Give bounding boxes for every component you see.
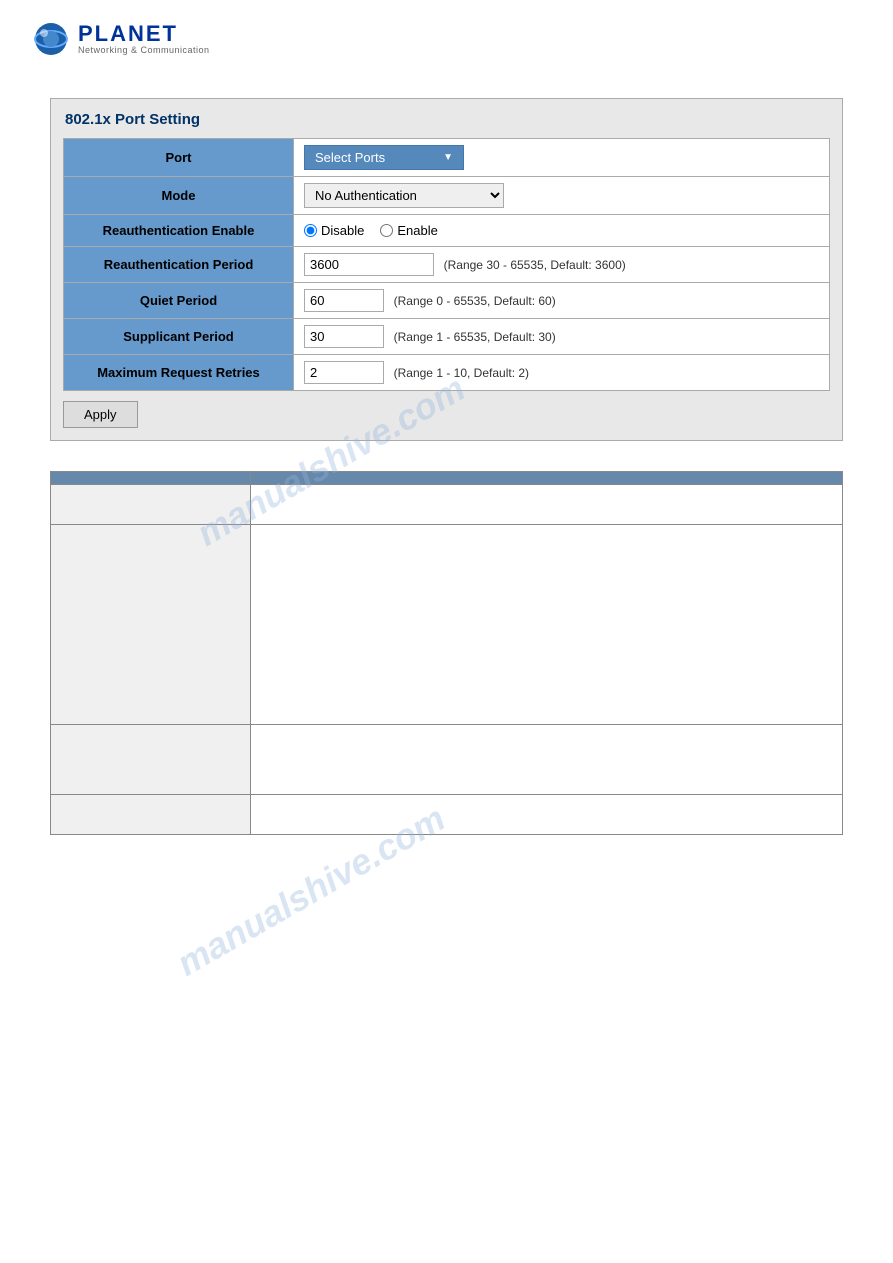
quiet-period-hint: (Range 0 - 65535, Default: 60) — [394, 294, 556, 308]
reauth-radio-group: Disable Enable — [304, 223, 819, 238]
quiet-period-row: Quiet Period (Range 0 - 65535, Default: … — [64, 283, 830, 319]
reauth-period-value-cell: (Range 30 - 65535, Default: 3600) — [294, 247, 830, 283]
port-label: Port — [64, 139, 294, 177]
max-retries-value-cell: (Range 1 - 10, Default: 2) — [294, 355, 830, 391]
main-content: 802.1x Port Setting Port Select Ports ▼ … — [0, 78, 893, 855]
logo-area: PLANET Networking & Communication — [30, 18, 863, 60]
mode-select[interactable]: No Authentication 802.1x — [304, 183, 504, 208]
reauth-enable-radio-label[interactable]: Enable — [380, 223, 437, 238]
max-retries-hint: (Range 1 - 10, Default: 2) — [394, 366, 529, 380]
select-ports-text: Select Ports — [315, 150, 385, 165]
quiet-period-value-cell: (Range 0 - 65535, Default: 60) — [294, 283, 830, 319]
max-retries-row: Maximum Request Retries (Range 1 - 10, D… — [64, 355, 830, 391]
chevron-down-icon: ▼ — [443, 152, 453, 163]
reauth-period-row: Reauthentication Period (Range 30 - 6553… — [64, 247, 830, 283]
bottom-table-header-row — [51, 472, 843, 485]
reauth-enable-text: Enable — [397, 223, 437, 238]
bottom-table-row-2 — [51, 525, 843, 725]
select-ports-button[interactable]: Select Ports ▼ — [304, 145, 464, 170]
bottom-table-row2-col2 — [251, 525, 843, 725]
reauth-period-label: Reauthentication Period — [64, 247, 294, 283]
max-retries-input[interactable] — [304, 361, 384, 384]
reauth-enable-label: Reauthentication Enable — [64, 215, 294, 247]
bottom-table-row3-col1 — [51, 725, 251, 795]
settings-table: Port Select Ports ▼ Mode No Authenticati… — [63, 138, 830, 391]
bottom-table-row4-col2 — [251, 795, 843, 835]
planet-logo-icon — [30, 18, 72, 60]
quiet-period-input[interactable] — [304, 289, 384, 312]
port-row: Port Select Ports ▼ — [64, 139, 830, 177]
logo-subtitle-text: Networking & Communication — [78, 45, 210, 55]
header: PLANET Networking & Communication — [0, 0, 893, 78]
max-retries-label: Maximum Request Retries — [64, 355, 294, 391]
reauth-period-hint: (Range 30 - 65535, Default: 3600) — [444, 258, 626, 272]
bottom-table-row4-col1 — [51, 795, 251, 835]
logo-planet-text: PLANET — [78, 23, 210, 45]
supplicant-period-hint: (Range 1 - 65535, Default: 30) — [394, 330, 556, 344]
reauth-period-input[interactable] — [304, 253, 434, 276]
supplicant-period-row: Supplicant Period (Range 1 - 65535, Defa… — [64, 319, 830, 355]
reauth-disable-text: Disable — [321, 223, 364, 238]
bottom-table-row1-col2 — [251, 485, 843, 525]
bottom-table-row1-col1 — [51, 485, 251, 525]
reauth-enable-value-cell: Disable Enable — [294, 215, 830, 247]
supplicant-period-label: Supplicant Period — [64, 319, 294, 355]
reauth-enable-radio[interactable] — [380, 224, 393, 237]
quiet-period-label: Quiet Period — [64, 283, 294, 319]
port-value-cell: Select Ports ▼ — [294, 139, 830, 177]
mode-value-cell: No Authentication 802.1x — [294, 177, 830, 215]
supplicant-period-value-cell: (Range 1 - 65535, Default: 30) — [294, 319, 830, 355]
reauth-enable-row: Reauthentication Enable Disable Enable — [64, 215, 830, 247]
bottom-table-header-col2 — [251, 472, 843, 485]
supplicant-period-input[interactable] — [304, 325, 384, 348]
bottom-table-row-3 — [51, 725, 843, 795]
port-setting-box: 802.1x Port Setting Port Select Ports ▼ … — [50, 98, 843, 441]
mode-row: Mode No Authentication 802.1x — [64, 177, 830, 215]
bottom-table-header-col1 — [51, 472, 251, 485]
apply-button[interactable]: Apply — [63, 401, 138, 428]
mode-label: Mode — [64, 177, 294, 215]
port-setting-title: 802.1x Port Setting — [63, 111, 830, 128]
bottom-table-section — [50, 471, 843, 835]
bottom-table-row-1 — [51, 485, 843, 525]
reauth-disable-radio-label[interactable]: Disable — [304, 223, 364, 238]
bottom-table-row-4 — [51, 795, 843, 835]
bottom-table-row3-col2 — [251, 725, 843, 795]
bottom-table — [50, 471, 843, 835]
bottom-table-row2-col1 — [51, 525, 251, 725]
logo-text-block: PLANET Networking & Communication — [78, 23, 210, 55]
reauth-disable-radio[interactable] — [304, 224, 317, 237]
